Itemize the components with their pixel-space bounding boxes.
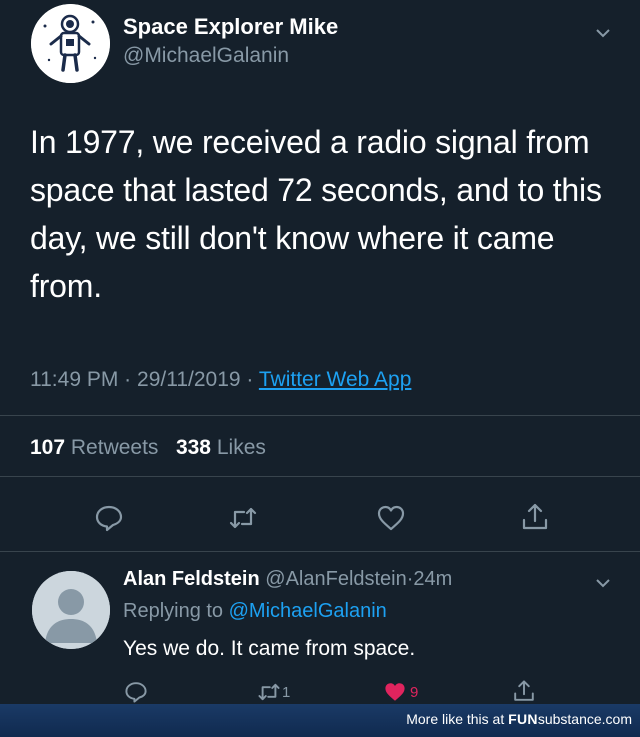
watermark-brand-fun: FUN [508, 711, 538, 727]
chevron-down-icon [596, 579, 610, 588]
retweets-stat[interactable]: 107 Retweets [30, 436, 158, 459]
divider [0, 476, 640, 477]
retweet-icon [258, 683, 280, 701]
share-button[interactable] [520, 502, 550, 537]
reply-retweet-button[interactable]: 1 [256, 680, 290, 704]
tweet-menu-chevron[interactable] [596, 26, 610, 45]
astronaut-avatar [31, 4, 110, 83]
chevron-down-icon [596, 29, 610, 38]
reply-icon [125, 682, 147, 703]
reply-author-avatar[interactable] [32, 571, 110, 649]
author-display-name[interactable]: Space Explorer Mike [123, 14, 338, 40]
retweet-icon [229, 507, 257, 529]
likes-stat[interactable]: 338 Likes [176, 436, 266, 459]
reply-button[interactable] [94, 503, 124, 538]
tweet-time: 11:49 PM [30, 368, 119, 391]
heart-icon [377, 505, 405, 531]
likes-label: Likes [216, 436, 266, 459]
reply-text: Yes we do. It came from space. [123, 637, 416, 660]
reply-like-button[interactable]: 9 [382, 680, 418, 704]
reply-age: 24m [413, 568, 453, 590]
watermark-text[interactable]: More like this at FUNsubstance.com [406, 711, 632, 727]
author-avatar[interactable] [31, 4, 110, 83]
retweets-count: 107 [30, 436, 66, 459]
replying-to-handle[interactable]: @MichaelGalanin [229, 600, 387, 622]
divider [0, 415, 640, 416]
reply-like-count: 9 [410, 683, 419, 701]
tweet-text: In 1977, we received a radio signal from… [30, 124, 602, 304]
meta-separator: · [124, 368, 132, 391]
meta-separator: · [246, 368, 254, 391]
author-handle[interactable]: @MichaelGalanin [123, 44, 289, 68]
likes-count: 338 [175, 436, 211, 459]
watermark-brand-substance: substance [537, 711, 602, 727]
share-icon [514, 680, 534, 701]
reply-retweet-count: 1 [282, 683, 291, 701]
watermark-bar: More like this at FUNsubstance.com [0, 704, 640, 737]
watermark-brand-tld: .com [601, 711, 632, 727]
watermark-prefix: More like this at [406, 711, 505, 727]
tweet-source-link[interactable]: Twitter Web App [259, 368, 412, 391]
divider [0, 551, 640, 552]
reply-author-handle[interactable]: @AlanFeldstein [265, 568, 406, 590]
tweet-meta: 11:49 PM · 29/11/2019 · Twitter Web App [30, 368, 411, 392]
share-icon [522, 503, 548, 530]
tweet-date: 29/11/2019 [137, 368, 241, 391]
retweets-label: Retweets [70, 436, 159, 459]
default-avatar [32, 571, 110, 649]
like-button[interactable] [376, 503, 406, 538]
reply-menu-chevron[interactable] [596, 576, 610, 595]
replying-to: Replying to @MichaelGalanin [123, 600, 387, 623]
reply-author-name[interactable]: Alan Feldstein [123, 568, 260, 590]
reply-header: Alan Feldstein @AlanFeldstein·24m [123, 568, 452, 591]
retweet-button[interactable] [228, 503, 258, 538]
replying-to-label: Replying to [123, 600, 224, 622]
heart-icon [385, 683, 405, 701]
tweet-stats: 107 Retweets 338 Likes [30, 436, 266, 460]
reply-icon [95, 505, 123, 532]
